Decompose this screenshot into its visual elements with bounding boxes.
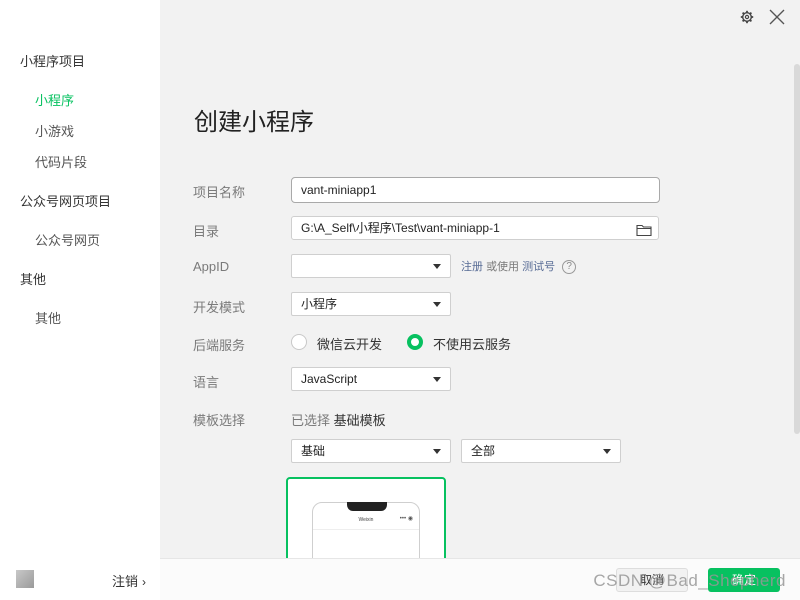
phone-capsule-icon: ••• ◉	[399, 516, 413, 522]
project-name-input[interactable]: vant-miniapp1	[291, 177, 660, 203]
directory-label: 目录	[193, 224, 220, 239]
language-label: 语言	[193, 375, 220, 390]
phone-divider	[313, 529, 419, 530]
cancel-button[interactable]: 取消	[616, 568, 688, 592]
dev-mode-select[interactable]: 小程序	[291, 292, 451, 316]
chevron-down-icon	[603, 449, 611, 454]
template-selected-prefix: 已选择	[291, 413, 331, 428]
appid-select[interactable]	[291, 254, 451, 278]
template-selected-name: 基础模板	[333, 413, 386, 428]
template-card-basic[interactable]: Weixin ••• ◉	[286, 477, 446, 567]
sidebar-item-miniprogram[interactable]: 小程序	[35, 90, 74, 109]
test-account-link[interactable]: 测试号	[522, 261, 555, 273]
sidebar-item-minigame[interactable]: 小游戏	[35, 121, 74, 140]
folder-icon[interactable]	[636, 222, 652, 237]
chevron-down-icon	[433, 264, 441, 269]
main-panel: 创建小程序 项目名称 vant-miniapp1 目录 G:\A_Self\小程…	[160, 0, 800, 600]
sidebar: 小程序项目 小程序 小游戏 代码片段 公众号网页项目 公众号网页 其他 其他 注…	[0, 0, 160, 600]
directory-value: G:\A_Self\小程序\Test\vant-miniapp-1	[301, 221, 500, 235]
chevron-down-icon	[433, 377, 441, 382]
ok-button[interactable]: 确定	[708, 568, 780, 592]
template-label: 模板选择	[193, 413, 246, 428]
sidebar-item-other[interactable]: 其他	[35, 308, 61, 327]
template-category-value: 基础	[301, 444, 326, 458]
chevron-down-icon	[433, 302, 441, 307]
bottom-bar: 取消 确定 CSDN @Bad_Shepherd	[160, 558, 800, 600]
appid-links: 注册 或使用 测试号 ?	[461, 258, 577, 275]
radio-cloud-dev[interactable]	[291, 334, 307, 350]
template-category-select[interactable]: 基础	[291, 439, 451, 463]
chevron-right-icon: ›	[142, 575, 146, 589]
page-title: 创建小程序	[194, 109, 314, 136]
radio-no-cloud[interactable]	[407, 334, 423, 350]
template-filter-value: 全部	[471, 444, 496, 458]
language-value: JavaScript	[301, 372, 358, 386]
appid-label: AppID	[193, 259, 230, 274]
register-link[interactable]: 注册	[461, 261, 483, 273]
avatar[interactable]	[16, 570, 34, 588]
project-name-label: 项目名称	[193, 185, 246, 200]
sidebar-footer: 注销 ›	[0, 558, 160, 600]
dev-mode-value: 小程序	[301, 297, 338, 311]
template-selected: 已选择 基础模板	[291, 410, 386, 429]
scrollbar[interactable]	[794, 64, 800, 434]
window-controls	[738, 8, 786, 26]
sidebar-group-other: 其他	[20, 272, 47, 287]
logout-label: 注销	[111, 574, 138, 589]
help-icon[interactable]: ?	[562, 260, 577, 275]
logout-button[interactable]: 注销 ›	[112, 571, 146, 590]
template-filter-select[interactable]: 全部	[461, 439, 621, 463]
phone-notch	[347, 502, 387, 511]
sidebar-item-code-snippet[interactable]: 代码片段	[35, 152, 87, 171]
language-select[interactable]: JavaScript	[291, 367, 451, 391]
chevron-down-icon	[433, 449, 441, 454]
sidebar-item-official-web[interactable]: 公众号网页	[35, 230, 100, 249]
backend-label: 后端服务	[193, 338, 246, 353]
sidebar-group-official-account: 公众号网页项目	[20, 194, 112, 209]
radio-no-cloud-label[interactable]: 不使用云服务	[433, 334, 511, 353]
sidebar-group-miniprogram: 小程序项目	[20, 54, 86, 69]
radio-cloud-dev-label[interactable]: 微信云开发	[317, 334, 382, 353]
dev-mode-label: 开发模式	[193, 300, 246, 315]
or-use-text: 或使用	[486, 261, 520, 273]
close-icon[interactable]	[768, 8, 786, 26]
directory-input[interactable]: G:\A_Self\小程序\Test\vant-miniapp-1	[291, 216, 659, 240]
gear-icon[interactable]	[738, 8, 756, 26]
